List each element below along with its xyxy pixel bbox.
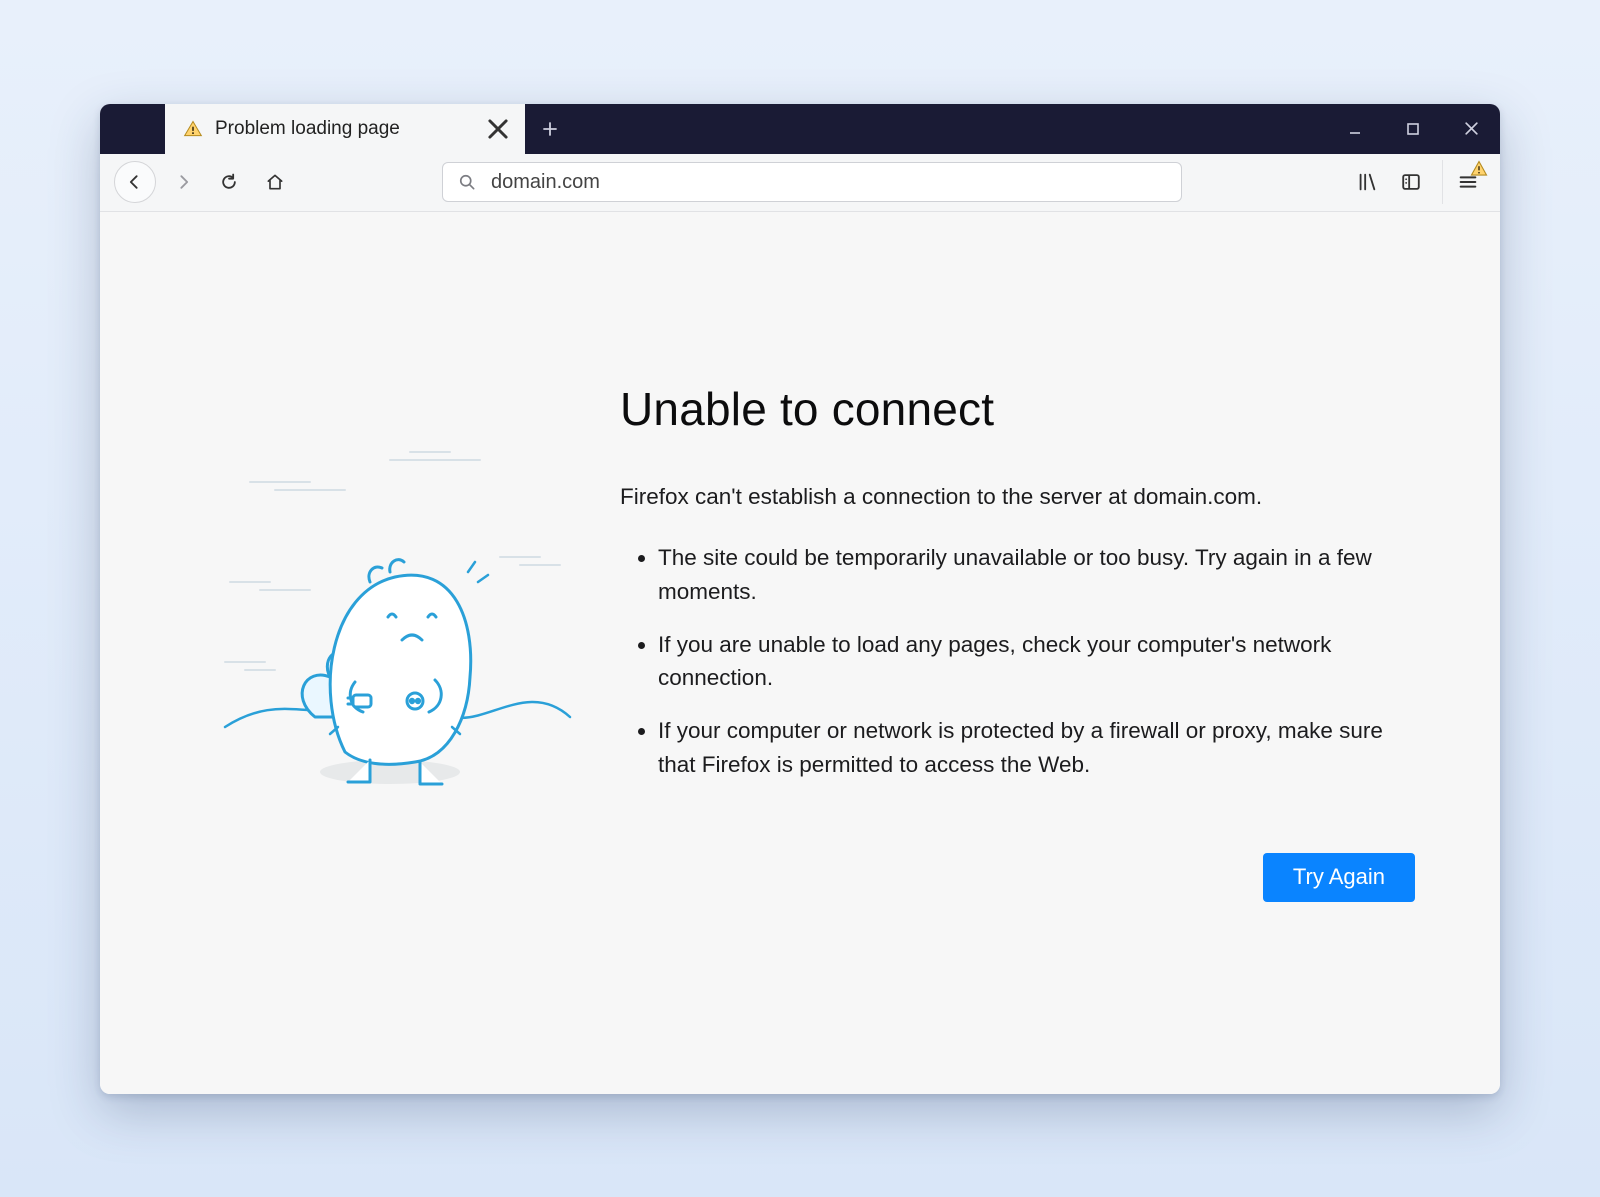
error-suggestion-item: If you are unable to load any pages, che… [658,628,1415,695]
error-suggestion-item: If your computer or network is protected… [658,714,1415,781]
error-suggestion-list: The site could be temporarily unavailabl… [620,541,1415,781]
plus-icon [542,121,558,137]
tabstrip-lead-spacer [100,104,165,154]
browser-window: Problem loading page [100,104,1500,1094]
toolbar-right [1348,160,1486,204]
page-content: Unable to connect Firefox can't establis… [100,212,1500,1094]
reload-button[interactable] [210,163,248,201]
close-icon [485,116,511,142]
tab-title: Problem loading page [215,118,473,140]
error-title: Unable to connect [620,382,1415,436]
connection-error-illustration [220,442,580,822]
url-input[interactable] [491,171,1167,194]
sidebars-button[interactable] [1392,163,1430,201]
try-again-button[interactable]: Try Again [1263,853,1415,902]
window-maximize-button[interactable] [1384,104,1442,154]
home-icon [265,172,285,192]
new-tab-button[interactable] [525,104,575,154]
reload-icon [219,172,239,192]
address-bar[interactable] [442,162,1182,202]
tab-close-button[interactable] [485,116,511,142]
library-icon [1356,171,1378,193]
back-button[interactable] [114,161,156,203]
home-button[interactable] [256,163,294,201]
error-suggestion-item: The site could be temporarily unavailabl… [658,541,1415,608]
search-icon [457,172,477,192]
library-button[interactable] [1348,163,1386,201]
nav-toolbar [100,154,1500,212]
app-menu-button[interactable] [1442,160,1486,204]
maximize-icon [1405,121,1421,137]
net-error-container: Unable to connect Firefox can't establis… [220,382,1415,903]
window-close-button[interactable] [1442,104,1500,154]
sidebars-icon [1400,171,1422,193]
forward-icon [173,172,193,192]
minimize-icon [1347,121,1363,137]
forward-button[interactable] [164,163,202,201]
tab-strip: Problem loading page [100,104,1500,154]
error-text-column: Unable to connect Firefox can't establis… [620,382,1415,903]
error-description: Firefox can't establish a connection to … [620,480,1415,514]
back-icon [125,172,145,192]
warning-triangle-icon [1470,160,1488,178]
window-minimize-button[interactable] [1326,104,1384,154]
window-controls [1326,104,1500,154]
warning-triangle-icon [183,119,203,139]
browser-tab[interactable]: Problem loading page [165,104,525,154]
close-icon [1463,120,1480,137]
